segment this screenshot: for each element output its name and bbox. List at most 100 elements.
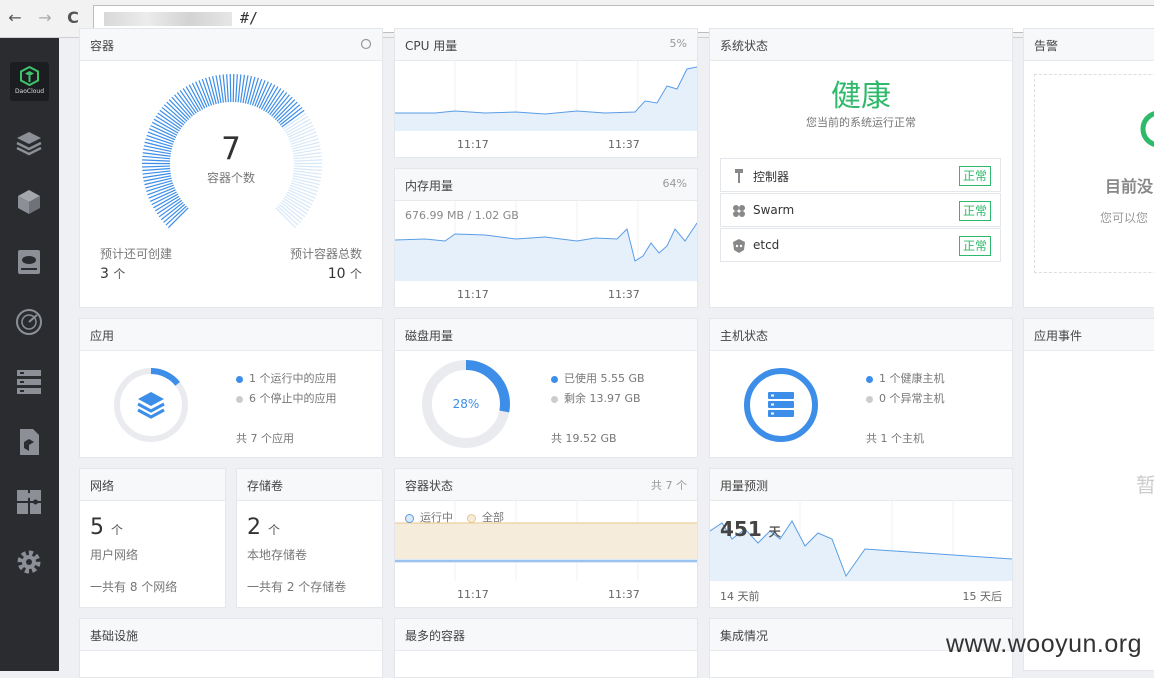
unit: 个: [268, 523, 280, 537]
cpu-line-chart: [395, 61, 697, 131]
panel-title: 告警: [1034, 37, 1058, 54]
panel-header: 告警: [1024, 29, 1154, 61]
container-status-panel: 容器状态 共 7 个 运行中 全部 11:17 11:37: [394, 468, 698, 608]
apps-panel: 应用 1 个运行中的应用 6 个停止中的应用 共 7 个应用: [79, 318, 383, 458]
panel-header: 容器状态 共 7 个: [395, 469, 697, 501]
disk-percent: 28%: [421, 397, 511, 411]
component-row: 控制器 正常: [720, 158, 1001, 192]
alerts-empty-sub: 您可以您: [1100, 209, 1148, 226]
forecast-line-chart: [710, 501, 1012, 581]
volumes-label: 本地存储卷: [247, 546, 307, 563]
apps-donut: [112, 366, 190, 444]
volumes-footer: 一共有 2 个存储卷: [247, 578, 346, 595]
gear-icon[interactable]: [14, 547, 44, 577]
system-status-panel: 系统状态 健康 您当前的系统运行正常 控制器 正常 Swarm 正常: [709, 28, 1013, 308]
alerts-empty-box: 目前没 您可以您: [1034, 74, 1154, 273]
panel-title: 系统状态: [720, 37, 768, 54]
gauge-tick: [167, 102, 187, 121]
panel-title: CPU 用量: [405, 37, 457, 54]
forecast-tick-right: 15 天后: [963, 588, 1003, 604]
apps-stopped: 6 个停止中的应用: [249, 392, 337, 405]
disk-panel: 磁盘用量 28% 已使用 5.55 GB 剩余 13.97 GB 共 19.52…: [394, 318, 698, 458]
memory-percent: 64%: [663, 177, 687, 190]
component-name: 控制器: [753, 168, 789, 185]
forecast-tick-left: 14 天前: [720, 588, 760, 604]
panel-header: 基础设施: [80, 619, 382, 651]
gauge-tick: [236, 74, 238, 102]
reload-icon[interactable]: C: [64, 9, 82, 27]
daocloud-logo[interactable]: DaoCloud: [10, 62, 49, 101]
health-status: 健康: [710, 71, 1012, 115]
server-rack-icon[interactable]: [14, 367, 44, 397]
panel-header: 主机状态: [710, 319, 1012, 351]
network-label: 用户网络: [90, 546, 138, 563]
cloud-server-icon[interactable]: [14, 247, 44, 277]
url-suffix: #/: [240, 9, 258, 27]
server-icon: [768, 392, 794, 417]
gauge-tick: [276, 208, 296, 228]
refresh-icon[interactable]: [360, 38, 372, 50]
panel-header: 系统状态: [710, 29, 1012, 61]
component-name: etcd: [753, 238, 779, 252]
gauge-tick: [169, 100, 189, 120]
memory-panel: 内存用量 64% 676.99 MB / 1.02 GB 11:17 11:37: [394, 168, 698, 308]
gauge-tick: [277, 102, 297, 121]
health-subtitle: 您当前的系统运行正常: [710, 114, 1012, 130]
unit: 个: [111, 523, 123, 537]
memory-tick: 11:17: [457, 288, 489, 301]
back-arrow-icon[interactable]: ←: [6, 9, 24, 27]
dot-icon: [236, 376, 243, 383]
legend-running-label: 运行中: [420, 511, 453, 524]
hosts-abnormal-legend: 0 个异常主机: [866, 390, 945, 406]
forward-arrow-icon[interactable]: →: [36, 9, 54, 27]
panel-header: 容器: [80, 29, 382, 61]
cube-icon[interactable]: [14, 187, 44, 217]
apps-total: 共 7 个应用: [236, 430, 294, 446]
cpu-panel: CPU 用量 5% 11:17 11:37: [394, 28, 698, 158]
network-footer: 一共有 8 个网络: [90, 578, 177, 595]
alerts-empty-title: 目前没: [1105, 173, 1153, 197]
container-status-tick: 11:37: [608, 588, 640, 601]
panel-header: 网络: [80, 469, 225, 501]
apps-stopped-legend: 6 个停止中的应用: [236, 390, 337, 406]
volumes-panel: 存储卷 2 个 本地存储卷 一共有 2 个存储卷: [236, 468, 383, 608]
url-redacted: [104, 12, 232, 26]
layers-icon[interactable]: [14, 128, 44, 158]
dot-icon: [551, 396, 558, 403]
radar-icon[interactable]: [14, 307, 44, 337]
watermark: www.wooyun.org: [946, 630, 1142, 659]
infrastructure-panel: 基础设施: [79, 618, 383, 678]
sidebar: DaoCloud: [0, 38, 59, 671]
controller-icon: [733, 169, 745, 183]
top-containers-panel: 最多的容器: [394, 618, 698, 678]
cpu-percent: 5%: [670, 37, 687, 50]
layers-icon: [138, 392, 164, 417]
hosts-healthy-legend: 1 个健康主机: [866, 370, 945, 386]
volumes-count-row: 2 个: [247, 515, 280, 540]
package-file-icon[interactable]: [14, 427, 44, 457]
panel-header: CPU 用量 5%: [395, 29, 697, 61]
panel-title: 内存用量: [405, 177, 453, 194]
puzzle-icon[interactable]: [14, 487, 44, 517]
panel-title: 应用事件: [1034, 327, 1082, 344]
gauge-tick: [227, 74, 229, 102]
forecast-value: 451: [720, 517, 762, 541]
app-events-empty: 暂: [1136, 469, 1154, 498]
component-row: Swarm 正常: [720, 193, 1001, 227]
panel-header: 最多的容器: [395, 619, 697, 651]
disk-used: 已使用 5.55 GB: [564, 372, 645, 385]
disk-used-legend: 已使用 5.55 GB: [551, 370, 645, 386]
panel-header: 用量预测: [710, 469, 1012, 501]
panel-title: 主机状态: [720, 327, 768, 344]
unit: 天: [769, 525, 781, 539]
forecast-value-row: 451 天: [720, 517, 781, 541]
legend-running: 运行中: [405, 509, 453, 525]
gauge-tick: [166, 206, 187, 225]
hosts-healthy: 1 个健康主机: [879, 372, 945, 385]
panel-title: 磁盘用量: [405, 327, 453, 344]
hosts-total: 共 1 个主机: [866, 430, 924, 446]
panel-title: 应用: [90, 327, 114, 344]
total-label: 预计容器总数: [290, 245, 362, 262]
etcd-icon: [732, 239, 746, 253]
panel-header: 应用: [80, 319, 382, 351]
